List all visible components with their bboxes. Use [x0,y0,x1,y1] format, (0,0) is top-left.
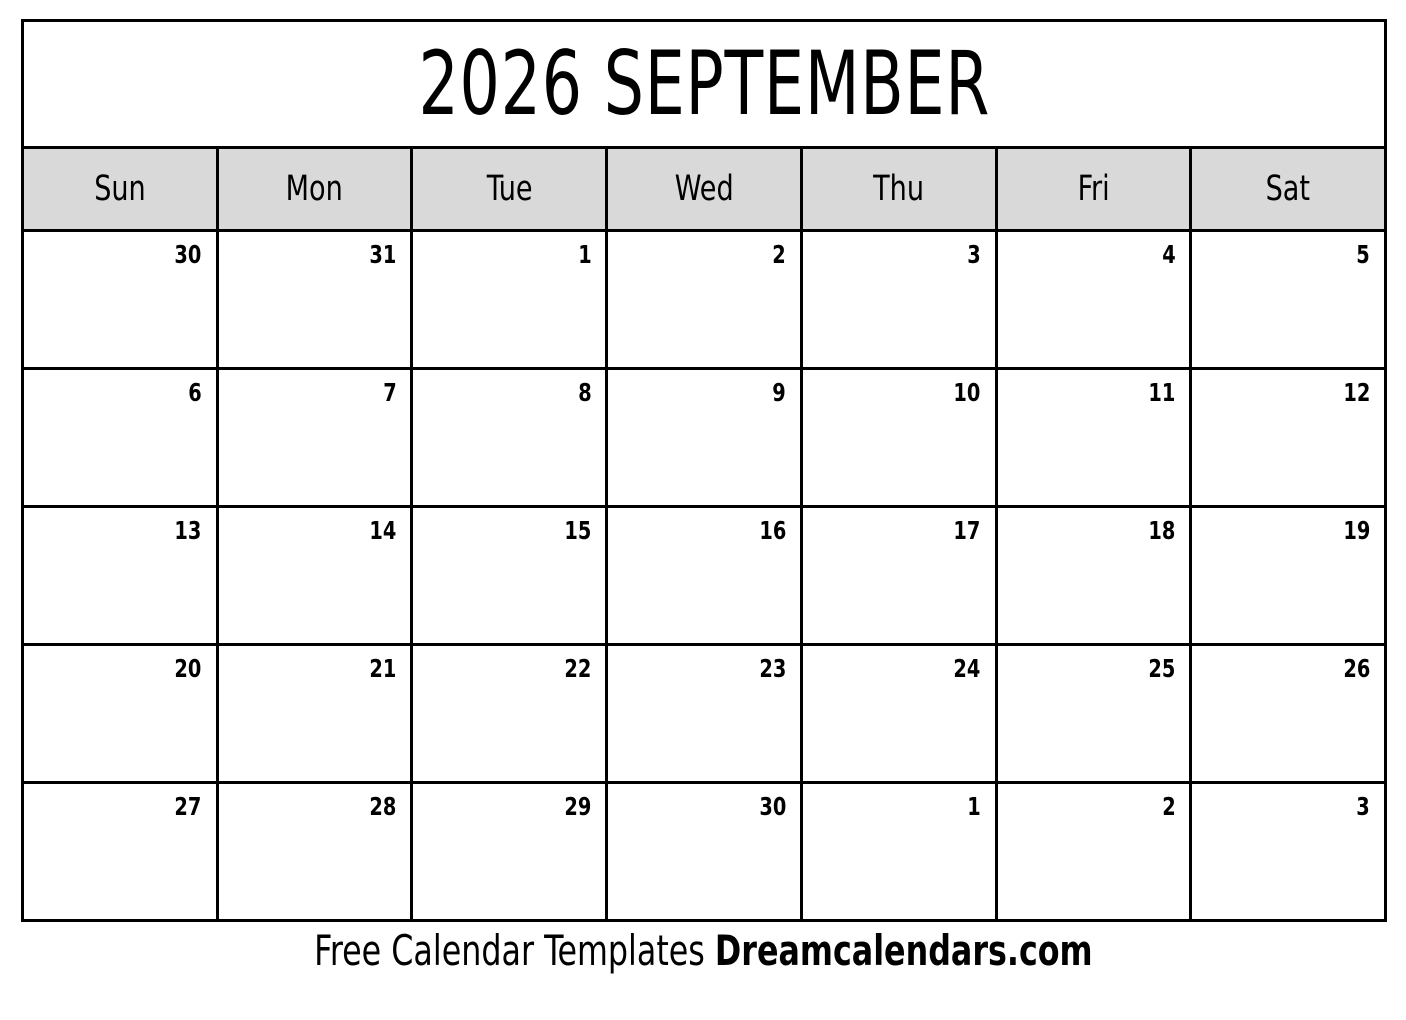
calendar-title-band: 2026 SEPTEMBER [24,22,1384,146]
day-number: 15 [564,516,592,545]
day-number: 27 [174,792,202,821]
day-cell[interactable]: 21 [218,646,414,781]
day-cell[interactable]: 25 [997,646,1193,781]
day-cell[interactable]: 2 [997,784,1193,919]
weekday-header-fri: Fri [997,149,1193,229]
footer-brand[interactable]: Dreamcalendars.com [715,926,1093,975]
day-cell[interactable]: 28 [218,784,414,919]
day-cell[interactable]: 20 [24,646,219,781]
day-number: 10 [953,378,981,407]
weekday-label: Thu [873,168,925,209]
day-cell[interactable]: 6 [24,370,219,505]
weekday-label: Sat [1265,168,1311,209]
day-cell[interactable]: 23 [608,646,803,781]
footer-tagline: Free Calendar Templates [313,926,705,975]
day-cell[interactable]: 3 [802,232,998,367]
day-cell[interactable]: 4 [997,232,1193,367]
footer-line: Free Calendar Templates Dreamcalendars.c… [314,930,1092,972]
day-number: 2 [1161,792,1176,821]
weekday-header-sat: Sat [1192,149,1385,229]
day-number: 7 [382,378,397,407]
day-cell[interactable]: 2 [608,232,803,367]
day-number: 30 [758,792,786,821]
week-row: 6 7 8 9 10 11 12 [24,370,1385,508]
day-cell[interactable]: 30 [608,784,803,919]
week-row: 13 14 15 16 17 18 19 [24,508,1385,646]
week-row: 20 21 22 23 24 25 26 [24,646,1385,784]
day-number: 12 [1343,378,1371,407]
day-number: 22 [564,654,592,683]
page-title: 2026 SEPTEMBER [418,32,990,135]
day-number: 8 [577,378,592,407]
day-number: 9 [772,378,786,407]
day-number: 11 [1148,378,1176,407]
day-number: 24 [953,654,981,683]
day-cell[interactable]: 18 [997,508,1193,643]
day-cell[interactable]: 17 [802,508,998,643]
day-cell[interactable]: 10 [802,370,998,505]
day-number: 16 [758,516,786,545]
day-cell[interactable]: 19 [1192,508,1385,643]
day-number: 23 [758,654,786,683]
day-number: 31 [369,240,397,269]
day-number: 4 [1161,240,1176,269]
day-number: 26 [1343,654,1371,683]
day-cell[interactable]: 1 [802,784,998,919]
day-cell[interactable]: 27 [24,784,219,919]
day-number: 30 [174,240,202,269]
day-number: 14 [369,516,397,545]
footer: Free Calendar Templates Dreamcalendars.c… [0,930,1406,972]
day-cell[interactable]: 1 [413,232,609,367]
weekday-label: Sun [94,168,146,209]
day-number: 1 [577,240,592,269]
day-number: 25 [1148,654,1176,683]
weekday-label: Tue [486,168,533,209]
weekday-label: Mon [286,168,344,209]
day-number: 17 [953,516,981,545]
day-number: 3 [1356,792,1371,821]
day-cell[interactable]: 16 [608,508,803,643]
day-cell[interactable]: 13 [24,508,219,643]
weekday-header-tue: Tue [413,149,609,229]
day-number: 19 [1343,516,1371,545]
day-cell[interactable]: 5 [1192,232,1385,367]
day-cell[interactable]: 24 [802,646,998,781]
day-cell[interactable]: 22 [413,646,609,781]
day-cell[interactable]: 29 [413,784,609,919]
day-cell[interactable]: 3 [1192,784,1385,919]
day-number: 1 [967,792,981,821]
weekday-header-thu: Thu [802,149,998,229]
day-cell[interactable]: 11 [997,370,1193,505]
day-number: 28 [369,792,397,821]
day-number: 21 [369,654,397,683]
weekday-header-wed: Wed [608,149,803,229]
calendar-page: 2026 SEPTEMBER Sun Mon Tue Wed Thu Fri S… [0,0,1406,1020]
calendar-weeks: 30 31 1 2 3 4 5 6 7 8 9 10 11 12 13 14 1… [24,232,1385,919]
day-cell[interactable]: 7 [218,370,414,505]
day-cell[interactable]: 8 [413,370,609,505]
day-number: 6 [188,378,202,407]
day-number: 18 [1148,516,1176,545]
day-cell[interactable]: 26 [1192,646,1385,781]
day-cell[interactable]: 9 [608,370,803,505]
day-number: 3 [967,240,981,269]
week-row: 27 28 29 30 1 2 3 [24,784,1385,919]
day-number: 2 [772,240,786,269]
day-number: 20 [174,654,202,683]
weekday-header-sun: Sun [24,149,219,229]
day-cell[interactable]: 30 [24,232,219,367]
day-cell[interactable]: 12 [1192,370,1385,505]
day-number: 5 [1356,240,1371,269]
weekday-header-mon: Mon [218,149,414,229]
day-cell[interactable]: 14 [218,508,414,643]
weekday-header-row: Sun Mon Tue Wed Thu Fri Sat [24,146,1385,232]
day-cell[interactable]: 15 [413,508,609,643]
calendar-grid: 2026 SEPTEMBER Sun Mon Tue Wed Thu Fri S… [21,19,1387,922]
weekday-label: Wed [674,168,734,209]
weekday-label: Fri [1077,168,1110,209]
day-number: 29 [564,792,592,821]
week-row: 30 31 1 2 3 4 5 [24,232,1385,370]
day-cell[interactable]: 31 [218,232,414,367]
day-number: 13 [174,516,202,545]
